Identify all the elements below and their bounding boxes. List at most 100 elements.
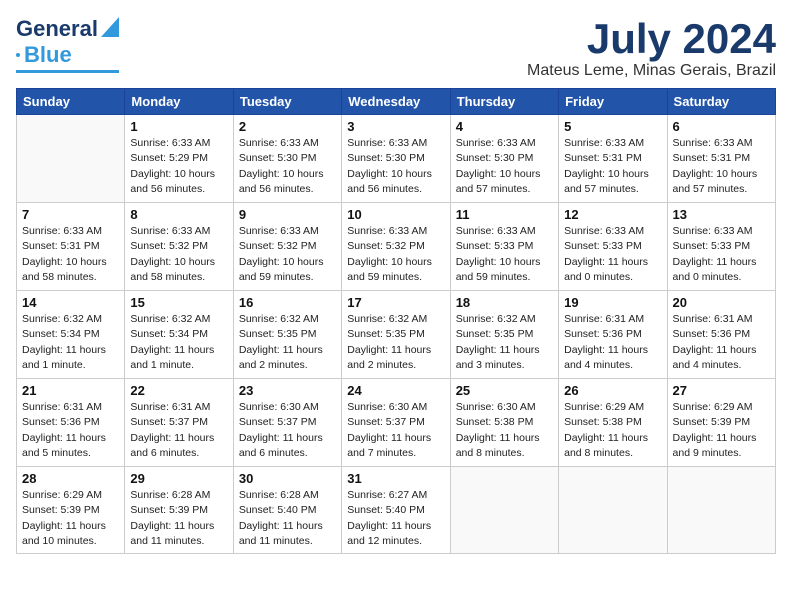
calendar-cell: 14Sunrise: 6:32 AM Sunset: 5:34 PM Dayli…: [17, 291, 125, 379]
day-info: Sunrise: 6:33 AM Sunset: 5:31 PM Dayligh…: [673, 136, 770, 197]
day-number: 7: [22, 207, 119, 222]
header-tuesday: Tuesday: [233, 89, 341, 115]
day-number: 5: [564, 119, 661, 134]
day-number: 11: [456, 207, 553, 222]
day-number: 25: [456, 383, 553, 398]
month-title: July 2024: [527, 16, 776, 62]
header-friday: Friday: [559, 89, 667, 115]
calendar-cell: 22 Sunrise: 6:31 AM Sunset: 5:37 PM Dayli…: [125, 379, 233, 467]
day-number: 29: [130, 471, 227, 486]
day-number: 30: [239, 471, 336, 486]
week-row-2: 7 Sunrise: 6:33 AM Sunset: 5:31 PM Daylig…: [17, 203, 776, 291]
week-row-3: 14Sunrise: 6:32 AM Sunset: 5:34 PM Dayli…: [17, 291, 776, 379]
day-number: 4: [456, 119, 553, 134]
day-number: 13: [673, 207, 770, 222]
day-number: 10: [347, 207, 444, 222]
day-number: 27: [673, 383, 770, 398]
header-saturday: Saturday: [667, 89, 775, 115]
calendar-cell: 9 Sunrise: 6:33 AM Sunset: 5:32 PM Daylig…: [233, 203, 341, 291]
day-number: 6: [673, 119, 770, 134]
day-info: Sunrise: 6:30 AM Sunset: 5:38 PM Dayligh…: [456, 400, 553, 461]
header-sunday: Sunday: [17, 89, 125, 115]
day-info: Sunrise: 6:31 AM Sunset: 5:37 PM Dayligh…: [130, 400, 227, 461]
day-info: Sunrise: 6:33 AM Sunset: 5:31 PM Dayligh…: [564, 136, 661, 197]
day-number: 18: [456, 295, 553, 310]
day-number: 19: [564, 295, 661, 310]
calendar-cell: 7 Sunrise: 6:33 AM Sunset: 5:31 PM Daylig…: [17, 203, 125, 291]
day-info: Sunrise: 6:33 AM Sunset: 5:30 PM Dayligh…: [456, 136, 553, 197]
calendar-cell: [450, 467, 558, 554]
calendar-cell: 8 Sunrise: 6:33 AM Sunset: 5:32 PM Daylig…: [125, 203, 233, 291]
calendar-table: SundayMondayTuesdayWednesdayThursdayFrid…: [16, 88, 776, 554]
day-info: Sunrise: 6:29 AM Sunset: 5:39 PM Dayligh…: [673, 400, 770, 461]
calendar-cell: [17, 115, 125, 203]
header-monday: Monday: [125, 89, 233, 115]
calendar-header-row: SundayMondayTuesdayWednesdayThursdayFrid…: [17, 89, 776, 115]
day-info: Sunrise: 6:33 AM Sunset: 5:32 PM Dayligh…: [347, 224, 444, 285]
day-info: Sunrise: 6:33 AM Sunset: 5:32 PM Dayligh…: [239, 224, 336, 285]
day-info: Sunrise: 6:33 AM Sunset: 5:33 PM Dayligh…: [456, 224, 553, 285]
day-info: Sunrise: 6:31 AM Sunset: 5:36 PM Dayligh…: [22, 400, 119, 461]
calendar-cell: 6 Sunrise: 6:33 AM Sunset: 5:31 PM Daylig…: [667, 115, 775, 203]
header-wednesday: Wednesday: [342, 89, 450, 115]
calendar-cell: 24Sunrise: 6:30 AM Sunset: 5:37 PM Dayli…: [342, 379, 450, 467]
calendar-cell: 20Sunrise: 6:31 AM Sunset: 5:36 PM Dayli…: [667, 291, 775, 379]
calendar-cell: [559, 467, 667, 554]
day-info: Sunrise: 6:33 AM Sunset: 5:30 PM Dayligh…: [239, 136, 336, 197]
calendar-cell: 5 Sunrise: 6:33 AM Sunset: 5:31 PM Daylig…: [559, 115, 667, 203]
location: Mateus Leme, Minas Gerais, Brazil: [527, 62, 776, 80]
day-number: 2: [239, 119, 336, 134]
day-info: Sunrise: 6:32 AM Sunset: 5:34 PM Dayligh…: [130, 312, 227, 373]
day-info: Sunrise: 6:33 AM Sunset: 5:30 PM Dayligh…: [347, 136, 444, 197]
calendar-cell: 16Sunrise: 6:32 AM Sunset: 5:35 PM Dayli…: [233, 291, 341, 379]
day-number: 22: [130, 383, 227, 398]
day-number: 31: [347, 471, 444, 486]
calendar-cell: 4 Sunrise: 6:33 AM Sunset: 5:30 PM Daylig…: [450, 115, 558, 203]
page-header: General Blue July 2024 Mateus Leme, Mina…: [16, 16, 776, 80]
logo-underline: [16, 70, 119, 73]
calendar-cell: 13Sunrise: 6:33 AM Sunset: 5:33 PM Dayli…: [667, 203, 775, 291]
logo-text-general: General: [16, 16, 98, 42]
title-area: July 2024 Mateus Leme, Minas Gerais, Bra…: [527, 16, 776, 80]
day-number: 15: [130, 295, 227, 310]
logo-text-blue: Blue: [24, 42, 72, 68]
day-info: Sunrise: 6:28 AM Sunset: 5:39 PM Dayligh…: [130, 488, 227, 549]
calendar-cell: 23 Sunrise: 6:30 AM Sunset: 5:37 PM Dayli…: [233, 379, 341, 467]
day-info: Sunrise: 6:30 AM Sunset: 5:37 PM Dayligh…: [239, 400, 336, 461]
calendar-cell: 29 Sunrise: 6:28 AM Sunset: 5:39 PM Dayli…: [125, 467, 233, 554]
day-info: Sunrise: 6:28 AM Sunset: 5:40 PM Dayligh…: [239, 488, 336, 549]
calendar-cell: 28Sunrise: 6:29 AM Sunset: 5:39 PM Dayli…: [17, 467, 125, 554]
day-info: Sunrise: 6:33 AM Sunset: 5:32 PM Dayligh…: [130, 224, 227, 285]
calendar-cell: 1Sunrise: 6:33 AM Sunset: 5:29 PM Daylig…: [125, 115, 233, 203]
day-number: 20: [673, 295, 770, 310]
day-info: Sunrise: 6:30 AM Sunset: 5:37 PM Dayligh…: [347, 400, 444, 461]
calendar-cell: 18Sunrise: 6:32 AM Sunset: 5:35 PM Dayli…: [450, 291, 558, 379]
day-number: 8: [130, 207, 227, 222]
day-info: Sunrise: 6:33 AM Sunset: 5:31 PM Dayligh…: [22, 224, 119, 285]
day-info: Sunrise: 6:33 AM Sunset: 5:29 PM Dayligh…: [130, 136, 227, 197]
day-number: 3: [347, 119, 444, 134]
day-number: 17: [347, 295, 444, 310]
calendar-cell: 30 Sunrise: 6:28 AM Sunset: 5:40 PM Dayli…: [233, 467, 341, 554]
calendar-cell: 10 Sunrise: 6:33 AM Sunset: 5:32 PM Dayli…: [342, 203, 450, 291]
calendar-cell: 12 Sunrise: 6:33 AM Sunset: 5:33 PM Dayli…: [559, 203, 667, 291]
day-info: Sunrise: 6:33 AM Sunset: 5:33 PM Dayligh…: [564, 224, 661, 285]
calendar-cell: 27 Sunrise: 6:29 AM Sunset: 5:39 PM Dayli…: [667, 379, 775, 467]
calendar-cell: 25 Sunrise: 6:30 AM Sunset: 5:38 PM Dayli…: [450, 379, 558, 467]
calendar-cell: 17 Sunrise: 6:32 AM Sunset: 5:35 PM Dayli…: [342, 291, 450, 379]
day-number: 26: [564, 383, 661, 398]
calendar-cell: 19Sunrise: 6:31 AM Sunset: 5:36 PM Dayli…: [559, 291, 667, 379]
day-number: 12: [564, 207, 661, 222]
day-info: Sunrise: 6:32 AM Sunset: 5:35 PM Dayligh…: [239, 312, 336, 373]
day-number: 23: [239, 383, 336, 398]
day-info: Sunrise: 6:32 AM Sunset: 5:35 PM Dayligh…: [347, 312, 444, 373]
calendar-cell: 11 Sunrise: 6:33 AM Sunset: 5:33 PM Dayli…: [450, 203, 558, 291]
calendar-cell: 26Sunrise: 6:29 AM Sunset: 5:38 PM Dayli…: [559, 379, 667, 467]
calendar-cell: 3 Sunrise: 6:33 AM Sunset: 5:30 PM Daylig…: [342, 115, 450, 203]
day-number: 9: [239, 207, 336, 222]
day-number: 21: [22, 383, 119, 398]
header-thursday: Thursday: [450, 89, 558, 115]
calendar-cell: 15 Sunrise: 6:32 AM Sunset: 5:34 PM Dayli…: [125, 291, 233, 379]
calendar-cell: 21 Sunrise: 6:31 AM Sunset: 5:36 PM Dayli…: [17, 379, 125, 467]
logo-icon: [101, 17, 119, 42]
